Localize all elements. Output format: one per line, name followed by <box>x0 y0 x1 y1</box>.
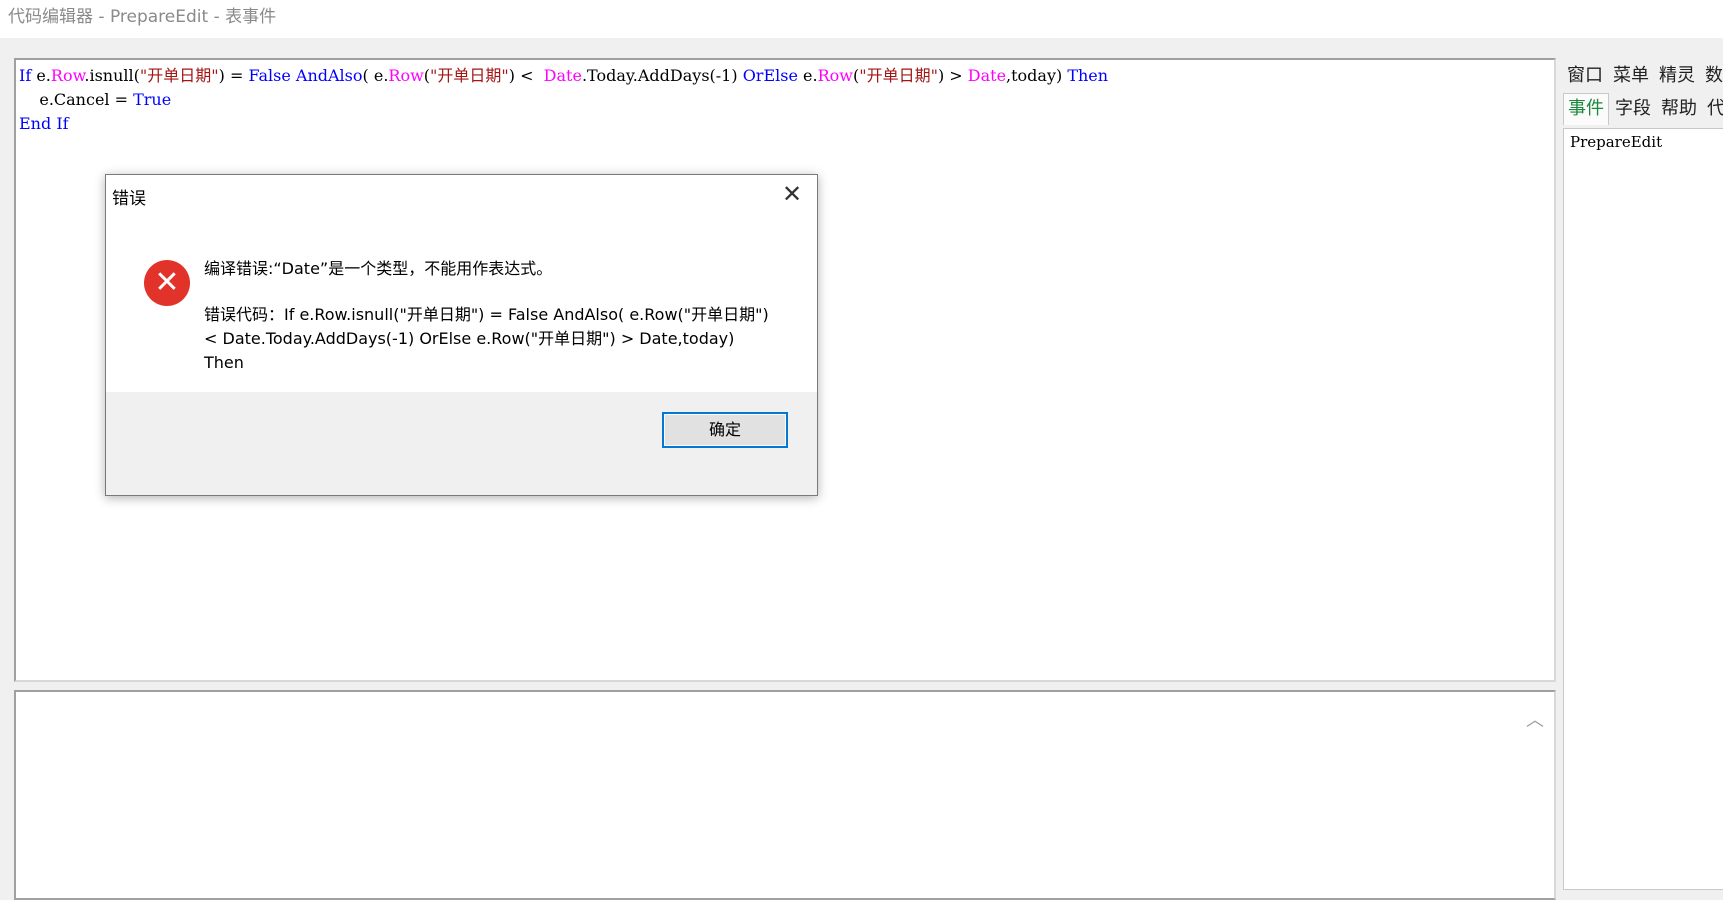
error-message: 编译错误:“Date”是一个类型，不能用作表达式。 <box>204 259 553 278</box>
close-icon[interactable]: ✕ <box>775 179 809 209</box>
code-line-3: End If <box>19 114 69 133</box>
code-line-2: e.Cancel = True <box>19 90 172 109</box>
dialog-body: ✕ 编译错误:“Date”是一个类型，不能用作表达式。 错误代码：If e.Ro… <box>106 215 817 392</box>
output-panel[interactable]: ︿ <box>14 690 1556 900</box>
side-tabs-row-2: 事件 字段 帮助 代 <box>1563 93 1723 125</box>
scroll-up-icon[interactable]: ︿ <box>1524 710 1546 732</box>
tab-fields[interactable]: 字段 <box>1611 93 1655 125</box>
dialog-title: 错误 <box>112 189 146 209</box>
window-title: 代码编辑器 - PrepareEdit - 表事件 <box>0 0 1723 38</box>
event-list: PrepareEdit <box>1563 128 1723 890</box>
code-line-1: If e.Row.isnull("开单日期") = False AndAlso(… <box>19 66 1109 85</box>
error-icon: ✕ <box>144 260 190 306</box>
error-dialog: 错误 ✕ ✕ 编译错误:“Date”是一个类型，不能用作表达式。 错误代码：If… <box>105 174 818 496</box>
tab-code[interactable]: 代 <box>1703 93 1723 125</box>
tab-menu[interactable]: 菜单 <box>1609 60 1653 92</box>
side-tabs-row-1: 窗口 菜单 精灵 数 <box>1563 60 1723 92</box>
code-text[interactable]: If e.Row.isnull("开单日期") = False AndAlso(… <box>16 60 1554 136</box>
ok-button[interactable]: 确定 <box>662 412 788 448</box>
list-item[interactable]: PrepareEdit <box>1570 133 1717 151</box>
side-panel: 窗口 菜单 精灵 数 事件 字段 帮助 代 PrepareEdit <box>1563 58 1723 890</box>
tab-help[interactable]: 帮助 <box>1657 93 1701 125</box>
error-code-message: 错误代码：If e.Row.isnull("开单日期") = False And… <box>204 305 769 372</box>
dialog-footer: 确定 <box>106 392 817 495</box>
tab-data[interactable]: 数 <box>1701 60 1723 92</box>
tab-window[interactable]: 窗口 <box>1563 60 1607 92</box>
tab-events[interactable]: 事件 <box>1563 93 1609 125</box>
tab-wizard[interactable]: 精灵 <box>1655 60 1699 92</box>
